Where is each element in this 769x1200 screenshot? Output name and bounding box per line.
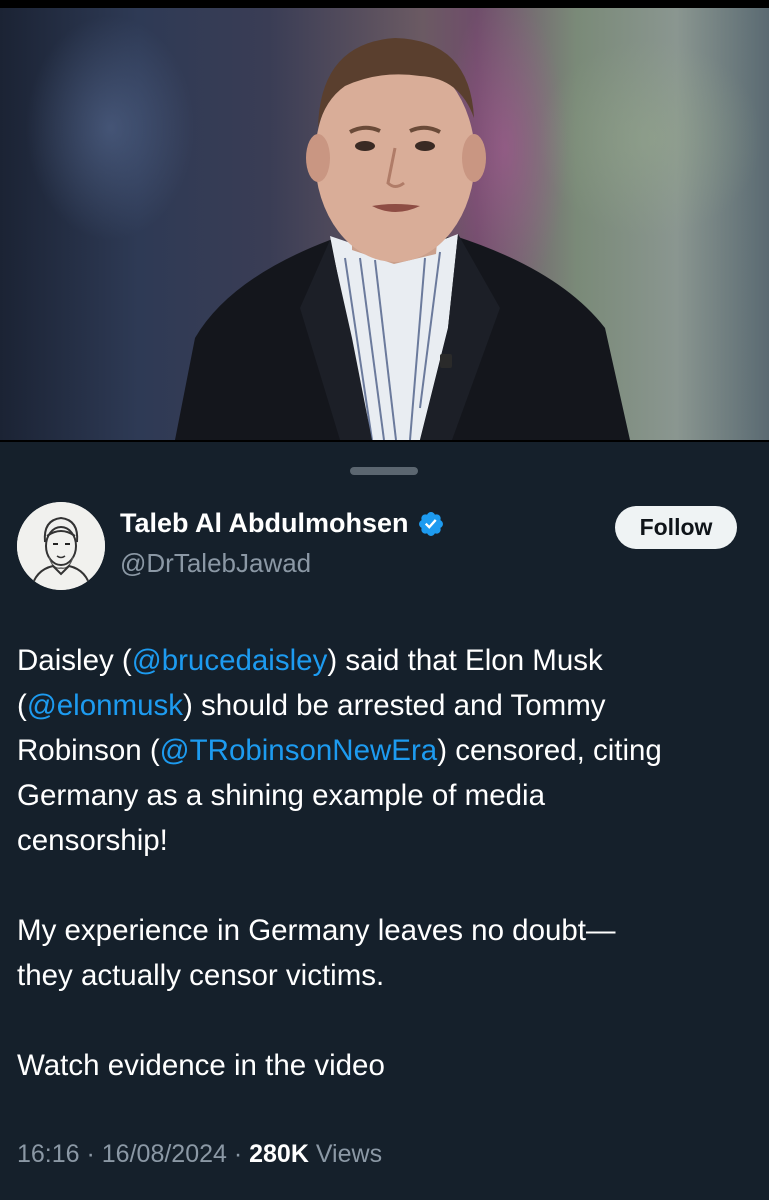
follow-button[interactable]: Follow	[615, 506, 737, 549]
text-segment: they actually censor victims.	[17, 959, 385, 992]
verified-badge-icon	[418, 511, 443, 536]
mention-link[interactable]: @brucedaisley	[132, 644, 328, 677]
text-segment: ) should be arrested and Tommy	[183, 689, 606, 722]
avatar[interactable]	[17, 502, 105, 590]
separator: ·	[226, 1140, 250, 1168]
text-segment: Germany as a shining example of media	[17, 779, 545, 812]
views-label: Views	[308, 1140, 383, 1168]
text-segment: Robinson (	[17, 734, 160, 767]
tweet-paragraph: My experience in Germany leaves no doubt…	[17, 908, 757, 998]
sheet-drag-handle[interactable]	[350, 467, 418, 475]
tweet-text: Daisley (@brucedaisley) said that Elon M…	[17, 638, 757, 1088]
text-segment: Daisley (	[17, 644, 132, 677]
text-segment: ) censored, citing	[437, 734, 662, 767]
text-segment: ) said that Elon Musk	[327, 644, 603, 677]
mention-link[interactable]: @TRobinsonNewEra	[160, 734, 438, 767]
mention-link[interactable]: @elonmusk	[27, 689, 183, 722]
tweet-paragraph: Daisley (@brucedaisley) said that Elon M…	[17, 638, 757, 863]
author-display-name[interactable]: Taleb Al Abdulmohsen	[120, 508, 409, 539]
author-handle[interactable]: @DrTalebJawad	[120, 548, 311, 579]
tweet-paragraph: Watch evidence in the video	[17, 1049, 385, 1082]
media-preview[interactable]	[0, 0, 769, 442]
tweet-meta: 16:16 · 16/08/2024 · 280K Views	[17, 1140, 382, 1169]
tweet-time[interactable]: 16:16	[17, 1140, 80, 1168]
tweet-date[interactable]: 16/08/2024	[102, 1140, 227, 1168]
author-name[interactable]: Taleb Al Abdulmohsen	[120, 508, 445, 539]
text-segment: My experience in Germany leaves no doubt…	[17, 914, 616, 947]
avatar-sketch-icon	[17, 502, 105, 590]
text-segment: censorship!	[17, 824, 168, 857]
views-count[interactable]: 280K	[249, 1140, 309, 1168]
text-segment: (	[17, 689, 27, 722]
separator: ·	[79, 1140, 102, 1168]
person-illustration	[175, 38, 630, 440]
